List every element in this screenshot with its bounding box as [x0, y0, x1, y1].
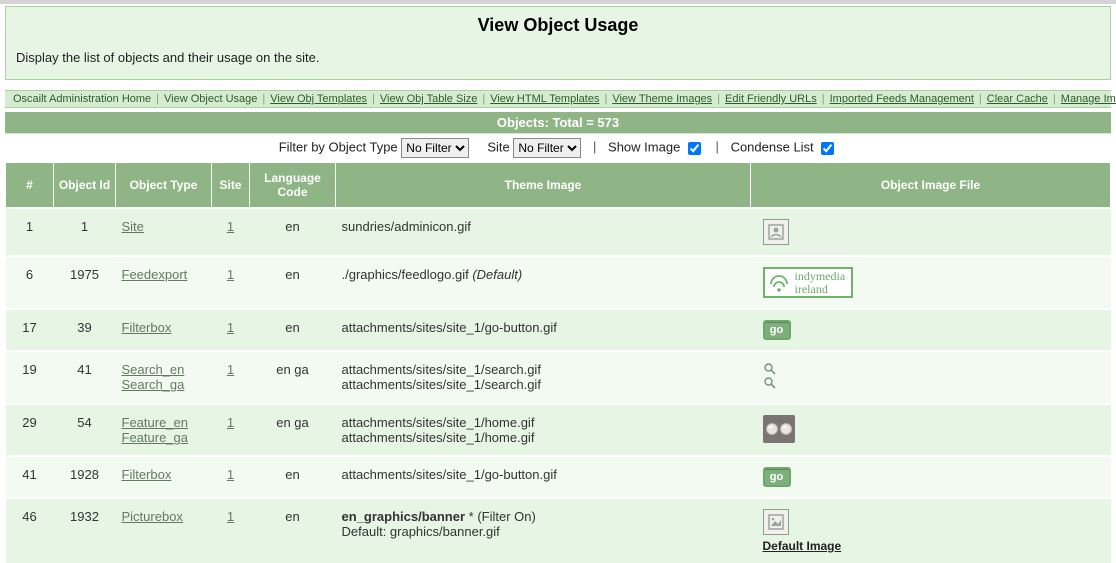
- object-type-link[interactable]: Feedexport: [122, 267, 206, 282]
- filter-type-select[interactable]: No Filter: [401, 138, 469, 158]
- object-type-link[interactable]: Search_en: [122, 362, 206, 377]
- col-lang: Language Code: [250, 163, 336, 209]
- image-caption: Default Image: [763, 539, 1105, 553]
- col-object-type: Object Type: [116, 163, 212, 209]
- col-theme-image: Theme Image: [336, 163, 751, 209]
- site-link[interactable]: 1: [227, 509, 234, 524]
- nav-link[interactable]: View Obj Templates: [266, 93, 371, 105]
- nav-link[interactable]: Edit Friendly URLs: [721, 93, 821, 105]
- nav-link[interactable]: Manage Images: [1057, 93, 1116, 105]
- nav-link[interactable]: Clear Cache: [983, 93, 1052, 105]
- site-link[interactable]: 1: [227, 219, 234, 234]
- picture-icon: [763, 509, 789, 535]
- site-link[interactable]: 1: [227, 320, 234, 335]
- filter-type-label: Filter by Object Type: [279, 139, 398, 154]
- object-type-link[interactable]: Feature_ga: [122, 430, 206, 445]
- table-row: 61975Feedexport1en./graphics/feedlogo.gi…: [6, 256, 1111, 309]
- object-type-link[interactable]: Search_ga: [122, 377, 206, 392]
- table-row: 11Site1ensundries/adminicon.gif: [6, 208, 1111, 256]
- col-number: #: [6, 163, 54, 209]
- site-link[interactable]: 1: [227, 415, 234, 430]
- show-image-checkbox[interactable]: [688, 142, 701, 155]
- page-title: View Object Usage: [16, 15, 1100, 36]
- table-row: 1739Filterbox1enattachments/sites/site_1…: [6, 309, 1111, 351]
- nav-link[interactable]: Oscailt Administration Home: [9, 93, 155, 105]
- filter-site-label: Site: [487, 139, 509, 154]
- col-site: Site: [212, 163, 250, 209]
- col-object-id: Object Id: [54, 163, 116, 209]
- site-link[interactable]: 1: [227, 467, 234, 482]
- object-type-link[interactable]: Filterbox: [122, 467, 206, 482]
- table-row: 411928Filterbox1enattachments/sites/site…: [6, 456, 1111, 498]
- object-type-link[interactable]: Filterbox: [122, 320, 206, 335]
- filter-bar: Filter by Object Type No Filter Site No …: [5, 133, 1111, 162]
- object-type-link[interactable]: Feature_en: [122, 415, 206, 430]
- page-subtitle: Display the list of objects and their us…: [16, 50, 1100, 65]
- nav-link[interactable]: Imported Feeds Management: [826, 93, 978, 105]
- object-type-link[interactable]: Picturebox: [122, 509, 206, 524]
- col-image-file: Object Image File: [751, 163, 1111, 209]
- admin-nav: Oscailt Administration Home|View Object …: [5, 90, 1111, 108]
- table-row: 1941Search_enSearch_ga1en gaattachments/…: [6, 351, 1111, 404]
- admin-icon: [763, 219, 789, 245]
- nav-link[interactable]: View HTML Templates: [486, 93, 603, 105]
- nav-link[interactable]: View Object Usage: [160, 93, 261, 105]
- nav-link[interactable]: View Theme Images: [608, 93, 716, 105]
- condense-checkbox[interactable]: [821, 142, 834, 155]
- object-type-link[interactable]: Site: [122, 219, 206, 234]
- table-row: 461932Picturebox1enen_graphics/banner * …: [6, 498, 1111, 563]
- objects-table: # Object Id Object Type Site Language Co…: [5, 162, 1111, 563]
- show-image-label: Show Image: [608, 139, 680, 154]
- site-link[interactable]: 1: [227, 267, 234, 282]
- home-icon: [763, 415, 795, 443]
- filter-site-select[interactable]: No Filter: [513, 138, 581, 158]
- search-icon: [763, 362, 777, 390]
- page-header: View Object Usage Display the list of ob…: [5, 6, 1111, 80]
- totals-bar: Objects: Total = 573: [5, 112, 1111, 133]
- indymedia-logo: indymediaireland: [763, 267, 854, 298]
- condense-label: Condense List: [731, 139, 814, 154]
- table-row: 2954Feature_enFeature_ga1en gaattachment…: [6, 404, 1111, 456]
- site-link[interactable]: 1: [227, 362, 234, 377]
- nav-link[interactable]: View Obj Table Size: [376, 93, 481, 105]
- go-button-icon: go: [763, 467, 791, 487]
- go-button-icon: go: [763, 320, 791, 340]
